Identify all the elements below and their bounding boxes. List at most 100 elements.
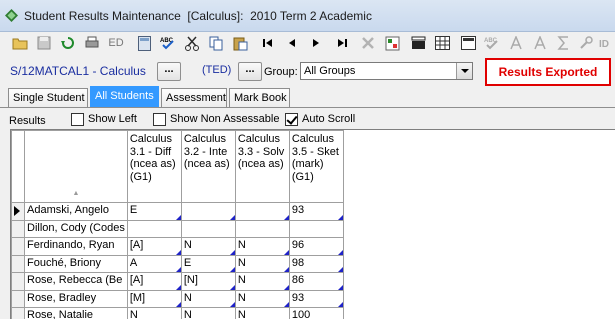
table-row[interactable]: Adamski, Angelo E 93	[11, 202, 344, 221]
show-non-assessable-box[interactable]	[153, 112, 166, 126]
result-cell[interactable]: [M]	[126, 289, 182, 308]
sort-ascending-icon: ▲	[72, 189, 80, 197]
auto-scroll-checkbox[interactable]: Auto Scroll	[285, 112, 355, 126]
result-cell[interactable]: N	[234, 289, 290, 308]
result-cell[interactable]: 93	[288, 289, 344, 308]
table-row[interactable]: Ferdinando, Ryan [A] N N 96	[11, 237, 344, 256]
chevron-down-icon[interactable]	[456, 63, 472, 79]
row-indicator[interactable]	[11, 254, 25, 273]
result-cell[interactable]	[234, 219, 290, 238]
status-badge: Results Exported	[485, 58, 611, 86]
wrench-icon[interactable]	[578, 35, 594, 51]
result-cell[interactable]: [N]	[180, 272, 236, 291]
show-non-assessable-checkbox[interactable]: Show Non Assessable	[153, 112, 279, 126]
print-icon[interactable]	[84, 35, 100, 51]
calculator-icon[interactable]	[136, 35, 152, 51]
table-row[interactable]: Dillon, Cody (Codes	[11, 219, 344, 238]
student-name-cell[interactable]: Dillon, Cody (Codes	[24, 219, 128, 238]
show-left-checkbox[interactable]: Show Left	[71, 112, 137, 126]
student-name-cell[interactable]: Adamski, Angelo	[24, 202, 128, 221]
column-header[interactable]: Calculus 3.3 - Solv (ncea as)	[234, 130, 290, 203]
font-a-icon[interactable]: ABC	[484, 35, 500, 51]
row-indicator[interactable]	[11, 307, 25, 319]
result-cell[interactable]: N	[234, 237, 290, 256]
student-name-cell[interactable]: Ferdinando, Ryan	[24, 237, 128, 256]
table-row[interactable]: Rose, Bradley [M] N N 93	[11, 289, 344, 308]
font-a-small-icon[interactable]	[508, 35, 524, 51]
cut-icon[interactable]	[184, 35, 200, 51]
result-cell[interactable]: N	[234, 254, 290, 273]
result-cell[interactable]: 96	[288, 237, 344, 256]
id-icon[interactable]: ID	[598, 35, 614, 51]
result-cell[interactable]	[288, 219, 344, 238]
auto-scroll-box[interactable]	[285, 112, 298, 126]
find-icon[interactable]	[384, 35, 400, 51]
result-cell[interactable]: 100	[288, 307, 344, 319]
copy-icon[interactable]	[208, 35, 224, 51]
table-row[interactable]: Rose, Rebecca (Be [A] [N] N 86	[11, 272, 344, 291]
app-icon	[5, 9, 18, 22]
result-cell[interactable]: N	[180, 289, 236, 308]
row-indicator[interactable]	[11, 219, 25, 238]
row-indicator[interactable]	[11, 202, 25, 221]
paste-icon[interactable]	[232, 35, 248, 51]
column-header[interactable]: Calculus 3.5 - Sket (mark) (G1)	[288, 130, 344, 203]
result-cell[interactable]: N	[126, 307, 182, 319]
row-indicator[interactable]	[11, 272, 25, 291]
corner-header	[11, 130, 25, 203]
open-folder-icon[interactable]	[12, 35, 28, 51]
result-cell[interactable]: N	[180, 237, 236, 256]
row-indicator[interactable]	[11, 237, 25, 256]
result-cell[interactable]: 98	[288, 254, 344, 273]
student-name-header[interactable]: ▲	[24, 130, 128, 203]
result-cell[interactable]: E	[126, 202, 182, 221]
result-cell[interactable]: A	[126, 254, 182, 273]
student-name-cell[interactable]: Fouché, Briony	[24, 254, 128, 273]
save-icon[interactable]	[36, 35, 52, 51]
result-cell[interactable]	[180, 219, 236, 238]
edit-icon[interactable]: ED	[108, 35, 124, 51]
teacher-label: (TED)	[202, 64, 232, 76]
column-header[interactable]: Calculus 3.2 - Inte (ncea as)	[180, 130, 236, 203]
table-row[interactable]: Rose, Natalie N N N 100	[11, 307, 344, 319]
spellcheck-icon[interactable]: ABC	[160, 35, 176, 51]
first-record-icon[interactable]	[260, 35, 276, 51]
tab-assessment[interactable]: Assessment	[161, 88, 227, 108]
result-cell[interactable]: N	[234, 307, 290, 319]
grid-icon[interactable]	[434, 35, 450, 51]
result-cell[interactable]: 93	[288, 202, 344, 221]
result-cell[interactable]: N	[180, 307, 236, 319]
teacher-browse-button[interactable]: ...	[238, 62, 262, 81]
column-header[interactable]: Calculus 3.1 - Diff (ncea as) (G1)	[126, 130, 182, 203]
group-select[interactable]: All Groups	[300, 62, 473, 80]
result-cell[interactable]	[180, 202, 236, 221]
font-a-outline-icon[interactable]	[532, 35, 548, 51]
last-record-icon[interactable]	[334, 35, 350, 51]
delete-icon[interactable]	[360, 35, 376, 51]
course-browse-button[interactable]: ...	[157, 62, 181, 81]
refresh-icon[interactable]	[60, 35, 76, 51]
sum-icon[interactable]	[556, 35, 572, 51]
row-indicator[interactable]	[11, 289, 25, 308]
show-left-box[interactable]	[71, 112, 84, 126]
result-cell[interactable]: [A]	[126, 272, 182, 291]
tab-single-student[interactable]: Single Student	[8, 88, 88, 108]
student-name-cell[interactable]: Rose, Rebecca (Be	[24, 272, 128, 291]
result-cell[interactable]: 86	[288, 272, 344, 291]
result-cell[interactable]	[126, 219, 182, 238]
result-cell[interactable]: N	[234, 272, 290, 291]
student-name-cell[interactable]: Rose, Bradley	[24, 289, 128, 308]
student-name-cell[interactable]: Rose, Natalie	[24, 307, 128, 319]
tab-all-students[interactable]: All Students	[90, 86, 159, 108]
previous-record-icon[interactable]	[284, 35, 300, 51]
result-cell[interactable]: E	[180, 254, 236, 273]
result-cell[interactable]: [A]	[126, 237, 182, 256]
toolbar: ED ABC ABC ID	[0, 32, 615, 54]
result-cell[interactable]	[234, 202, 290, 221]
next-record-icon[interactable]	[308, 35, 324, 51]
table-row[interactable]: Fouché, Briony A E N 98	[11, 254, 344, 273]
film-clapper-icon[interactable]	[410, 35, 426, 51]
spellcheck2-icon[interactable]	[460, 35, 476, 51]
header-row: ▲ Calculus 3.1 - Diff (ncea as) (G1) Cal…	[11, 130, 344, 203]
tab-mark-book[interactable]: Mark Book	[229, 88, 290, 108]
